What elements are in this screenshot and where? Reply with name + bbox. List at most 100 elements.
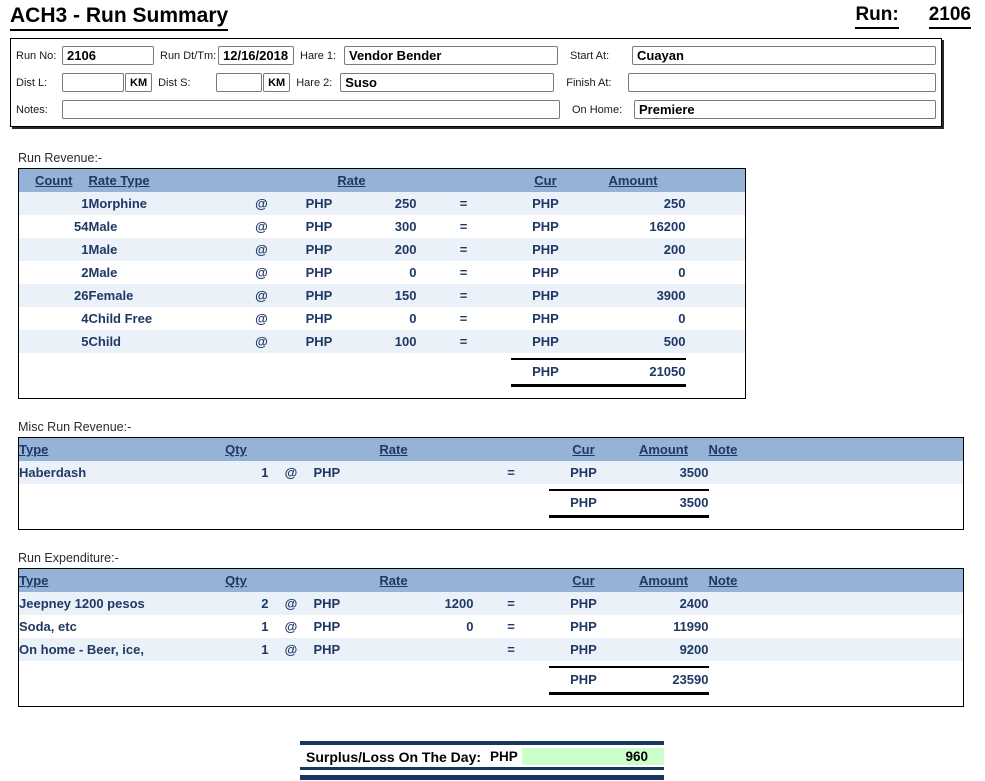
cell-type: On home - Beer, ice, [18, 637, 204, 661]
expenditure-total-amount: 23590 [618, 665, 709, 695]
cell-count: 5 [18, 329, 89, 353]
cell-cur: PHP [532, 310, 559, 326]
cell-amount: 11990 [673, 618, 709, 634]
cell-cur: PHP [548, 460, 619, 484]
cell-rate-type: Male [88, 237, 237, 261]
cell-cur: PHP [510, 329, 581, 353]
cell-rate-cur: PHP [286, 283, 352, 307]
revenue-amount-header: Amount [580, 168, 686, 192]
on-home-field[interactable]: Premiere [634, 100, 936, 119]
misc-rate-header: Rate [313, 437, 474, 461]
surplus-section: Surplus/Loss On The Day: PHP 960 [300, 741, 664, 780]
hare2-field[interactable]: Suso [340, 73, 555, 92]
cell-rate: 0 [409, 264, 417, 280]
cell-rate-type: Male [88, 264, 118, 280]
start-at-field[interactable]: Cuayan [632, 46, 936, 65]
form-row-1: Run No: 2106 Run Dt/Tm: 12/16/2018 Hare … [16, 42, 936, 69]
cell-cur: PHP [510, 191, 581, 215]
cell-eq: = [473, 460, 549, 484]
revenue-header-row: Count Rate Type Rate Cur Amount [18, 168, 746, 192]
cell-qty: 1 [203, 460, 269, 484]
hare1-label: Hare 1: [300, 49, 337, 62]
dist-s-unit: KM [263, 73, 291, 92]
revenue-cur-header: Cur [510, 168, 581, 192]
cell-rate: 100 [351, 329, 417, 353]
table-row: 1 Morphine @ PHP 250 = PHP 250 [18, 191, 746, 215]
run-details-form: Run No: 2106 Run Dt/Tm: 12/16/2018 Hare … [10, 38, 942, 127]
expenditure-table: Type Qty Rate Cur Amount Note Jeepney 12… [18, 568, 964, 707]
surplus-amount: 960 [521, 748, 664, 765]
cell-amount: 200 [580, 237, 686, 261]
cell-type: Soda, etc [19, 618, 77, 634]
cell-rate: 300 [394, 218, 417, 234]
cell-at: @ [236, 191, 287, 215]
cell-cur: PHP [570, 618, 597, 634]
cell-amount: 16200 [649, 218, 686, 234]
cell-amount: 3500 [618, 460, 709, 484]
cell-rate-cur: PHP [286, 329, 352, 353]
run-dt-field[interactable]: 12/16/2018 [218, 46, 294, 65]
table-row: Haberdash 1 @ PHP = PHP 3500 [18, 460, 964, 484]
report-page: ACH3 - Run Summary Run: 2106 Run No: 210… [0, 0, 985, 780]
cell-qty: 1 [261, 618, 269, 634]
run-no-field[interactable]: 2106 [62, 46, 154, 65]
form-row-3: Notes: On Home: Premiere [16, 96, 936, 123]
misc-header-row: Type Qty Rate Cur Amount Note [18, 437, 964, 461]
expenditure-amount-header: Amount [618, 568, 709, 592]
dist-l-label: Dist L: [16, 76, 48, 89]
dist-l-field[interactable] [62, 73, 124, 92]
cell-note [708, 591, 964, 615]
header-spacer [268, 437, 314, 461]
cell-type: Haberdash [18, 460, 204, 484]
expenditure-type-header: Type [18, 568, 204, 592]
notes-label: Notes: [16, 103, 48, 116]
table-row: 26 Female @ PHP 150 = PHP 3900 [18, 283, 746, 307]
expenditure-total-cur: PHP [548, 665, 619, 695]
cell-cur: PHP [548, 591, 619, 615]
cell-at: @ [236, 329, 287, 353]
revenue-total-row: PHP 21050 [18, 357, 746, 387]
hare1-field[interactable]: Vendor Bender [344, 46, 558, 65]
finish-at-field[interactable] [628, 73, 936, 92]
table-row: 2 Male @ PHP 0 = PHP 0 [19, 261, 746, 284]
cell-rate-cur: PHP [305, 218, 333, 234]
expenditure-section-label: Run Expenditure:- [18, 551, 119, 565]
expenditure-note-header: Note [708, 568, 964, 592]
run-number: 2106 [928, 4, 971, 29]
dist-s-label: Dist S: [158, 76, 191, 89]
cell-at: @ [236, 283, 287, 307]
form-row-2: Dist L: KM Dist S: KM Hare 2: Suso Finis… [16, 69, 936, 96]
expenditure-cur-header: Cur [548, 568, 619, 592]
on-home-label: On Home: [572, 103, 623, 116]
header-spacer [268, 568, 314, 592]
cell-amount: 250 [580, 191, 686, 215]
revenue-rate-type-header: Rate Type [88, 168, 237, 192]
cell-rate: 0 [466, 618, 474, 634]
revenue-total-cur: PHP [510, 357, 581, 387]
misc-revenue-section-label: Misc Run Revenue:- [18, 420, 132, 434]
table-row: Jeepney 1200 pesos 2 @ PHP 1200 = PHP 24… [18, 591, 964, 615]
cell-at: @ [236, 237, 287, 261]
title-bar: ACH3 - Run Summary Run: 2106 [10, 4, 975, 31]
misc-qty-header: Qty [203, 437, 269, 461]
header-spacer [236, 168, 287, 192]
notes-field[interactable] [62, 100, 560, 119]
misc-cur-header: Cur [548, 437, 619, 461]
cell-rate-cur: PHP [305, 264, 333, 280]
page-title: ACH3 - Run Summary [10, 4, 229, 31]
misc-revenue-table: Type Qty Rate Cur Amount Note Haberdash … [18, 437, 964, 530]
dist-s-field[interactable] [216, 73, 263, 92]
cell-rate-cur: PHP [313, 591, 399, 615]
run-revenue-table: Count Rate Type Rate Cur Amount 1 Morphi… [18, 168, 746, 399]
cell-rate-type: Male [88, 218, 118, 234]
cell-cur: PHP [532, 264, 559, 280]
dist-l-unit: KM [125, 73, 153, 92]
cell-at: @ [255, 218, 268, 234]
start-at-label: Start At: [570, 49, 610, 62]
cell-amount: 0 [678, 310, 686, 326]
misc-amount-header: Amount [618, 437, 709, 461]
cell-rate-type: Child Free [88, 310, 153, 326]
cell-count: 1 [18, 237, 89, 261]
cell-count: 54 [74, 218, 89, 234]
cell-amount: 500 [580, 329, 686, 353]
